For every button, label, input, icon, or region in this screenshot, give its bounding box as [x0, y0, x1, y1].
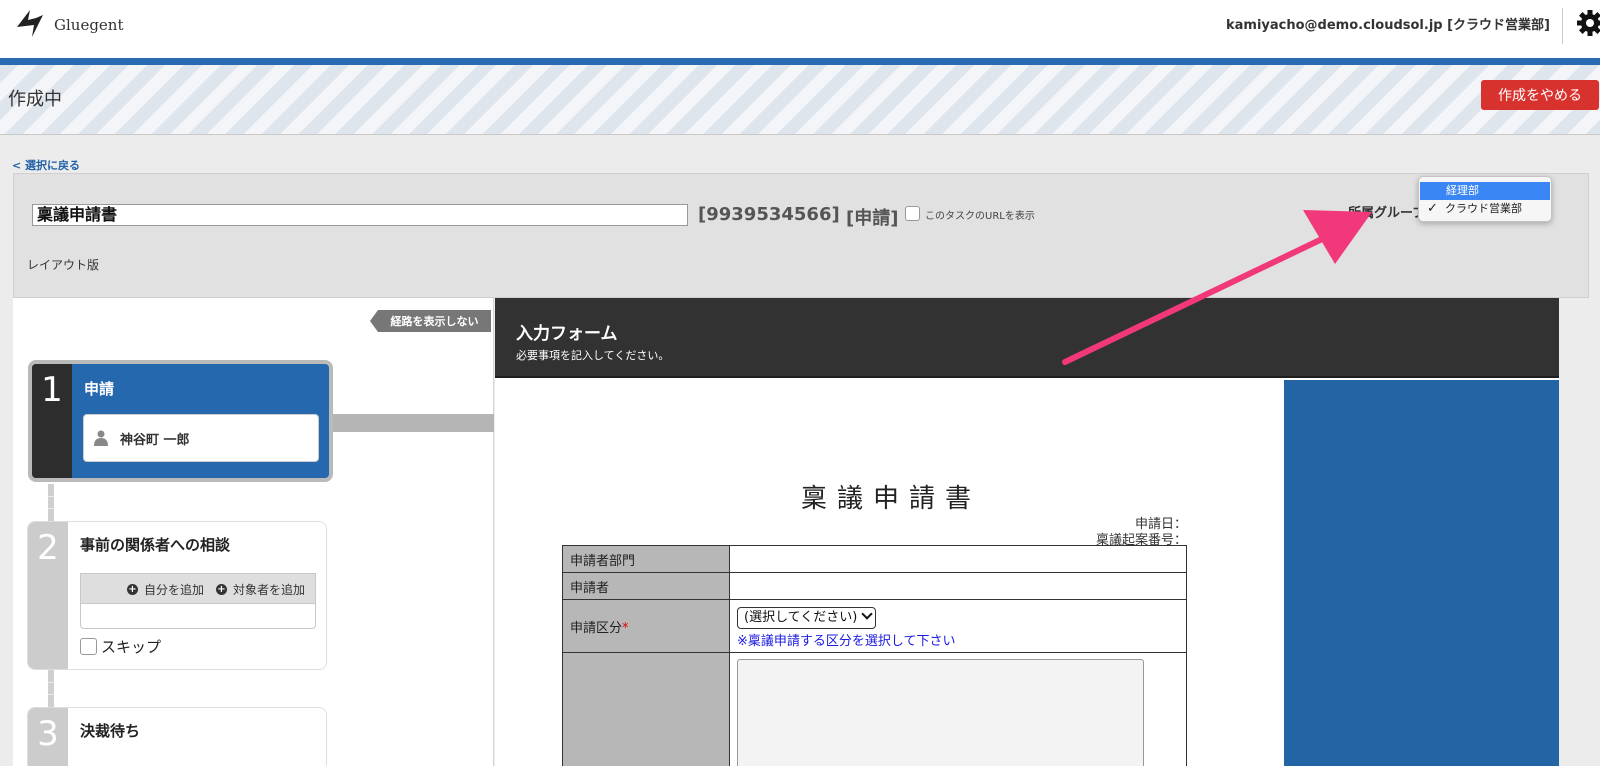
form-header-title: 入力フォーム	[516, 324, 618, 344]
skip-checkbox[interactable]	[80, 638, 97, 655]
required-mark: *	[622, 620, 629, 636]
category-hint: ※稟議申請する区分を選択して下さい	[737, 634, 956, 649]
add-target-label: 対象者を追加	[233, 583, 306, 597]
table-row: 申請者部門	[562, 545, 1187, 573]
category-select[interactable]: (選択してください)	[737, 607, 877, 629]
divider	[1562, 8, 1563, 44]
group-option-label: クラウド営業部	[1445, 202, 1522, 215]
group-option-label: 経理部	[1446, 184, 1479, 197]
add-self-button[interactable]: + 自分を追加	[127, 581, 204, 598]
assignee-card[interactable]: 神谷町 一郎	[83, 414, 319, 462]
plus-icon: +	[216, 584, 227, 595]
skip-option[interactable]: スキップ	[80, 636, 161, 657]
logo-text: Gluegent	[54, 16, 124, 34]
detail-label-cell	[562, 652, 730, 766]
task-title-input[interactable]: 稟議申請書	[32, 204, 688, 226]
skip-label: スキップ	[101, 638, 162, 656]
route-panel: 経路を表示しない 1 申請 神谷町 一郎 2 事前の関係者への相談 + 自分を追…	[13, 298, 494, 766]
group-option-cloud-sales[interactable]: ✓ クラウド営業部	[1419, 200, 1551, 218]
step-number: 1	[41, 370, 63, 410]
category-label-cell: 申請区分*	[562, 599, 730, 653]
step-title: 申請	[84, 380, 115, 398]
application-form-table: 申請者部門 申請者 申請区分* (選択してください) ※稟議申請する区分を選択し…	[562, 545, 1187, 766]
applicant-value-field[interactable]	[729, 572, 1187, 600]
layout-label: レイアウト版	[27, 258, 100, 272]
group-option-keiri[interactable]: 経理部	[1420, 182, 1550, 200]
top-bar: Gluegent kamiyacho@demo.cloudsol.jp [クラウ…	[0, 0, 1600, 58]
user-info[interactable]: kamiyacho@demo.cloudsol.jp [クラウド営業部]	[1226, 14, 1550, 33]
form-header: 入力フォーム 必要事項を記入してください。	[495, 298, 1559, 378]
step-dash-connector	[48, 484, 54, 521]
route-step-2[interactable]: 2 事前の関係者への相談 + 自分を追加 + 対象者を追加 スキップ	[27, 521, 327, 670]
document-title: 稟議申請書	[801, 484, 982, 514]
chevron-down-icon	[861, 608, 874, 620]
checkmark-icon: ✓	[1427, 201, 1438, 216]
header-accent-line	[0, 58, 1600, 65]
task-header-panel: 稟議申請書 [9939534566] [申請] このタスクのURLを表示 レイア…	[13, 173, 1589, 298]
form-header-subtitle: 必要事項を記入してください。	[516, 349, 670, 362]
category-cell: (選択してください) ※稟議申請する区分を選択して下さい	[729, 599, 1187, 653]
form-side-panel	[1284, 380, 1559, 766]
category-select-value: (選択してください)	[744, 610, 858, 625]
person-icon	[94, 430, 108, 446]
applicant-label: 申請者	[562, 572, 730, 600]
hide-route-button[interactable]: 経路を表示しない	[370, 310, 491, 332]
show-url-checkbox[interactable]	[905, 206, 920, 221]
table-row: 申請者	[562, 572, 1187, 600]
dept-value-field[interactable]	[729, 545, 1187, 573]
detail-textarea[interactable]	[737, 659, 1144, 766]
table-row: 申請区分* (選択してください) ※稟議申請する区分を選択して下さい	[562, 599, 1187, 653]
table-row	[562, 652, 1187, 766]
add-self-label: 自分を追加	[144, 583, 205, 597]
group-label: 所属グループ	[1348, 206, 1426, 221]
cancel-creation-button[interactable]: 作成をやめる	[1481, 80, 1599, 110]
task-kind: [申請]	[846, 208, 899, 229]
plus-icon: +	[127, 584, 138, 595]
task-id: [9939534566]	[698, 204, 840, 225]
step-number: 3	[37, 714, 59, 754]
route-step-1[interactable]: 1 申請 神谷町 一郎	[28, 360, 333, 482]
status-title: 作成中	[8, 89, 62, 110]
step-title: 事前の関係者への相談	[80, 536, 231, 554]
gluegent-logo-icon	[17, 10, 43, 37]
gluegent-logo[interactable]: Gluegent	[14, 7, 124, 39]
step-title: 決裁待ち	[80, 722, 141, 740]
status-banner: 作成中 作成をやめる	[0, 65, 1600, 135]
assignee-name: 神谷町 一郎	[120, 433, 190, 448]
input-form-area: 入力フォーム 必要事項を記入してください。 稟議申請書 申請日： 稟議起案番号：…	[495, 298, 1559, 766]
detail-cell	[729, 652, 1187, 766]
back-to-selection-link[interactable]: < 選択に戻る	[12, 157, 80, 173]
add-assignee-bar: + 自分を追加 + 対象者を追加	[80, 573, 316, 603]
step-connector	[333, 414, 494, 432]
dept-label: 申請者部門	[562, 545, 730, 573]
show-url-label[interactable]: このタスクのURLを表示	[925, 207, 1035, 222]
category-label: 申請区分	[570, 620, 623, 636]
assignee-list-area[interactable]	[80, 603, 316, 629]
route-step-3[interactable]: 3 決裁待ち	[27, 707, 327, 766]
gear-icon[interactable]	[1572, 8, 1600, 38]
add-target-button[interactable]: + 対象者を追加	[216, 581, 305, 598]
step-dash-connector	[48, 670, 54, 707]
group-dropdown[interactable]: 経理部 ✓ クラウド営業部	[1418, 176, 1552, 222]
step-number: 2	[37, 528, 59, 568]
